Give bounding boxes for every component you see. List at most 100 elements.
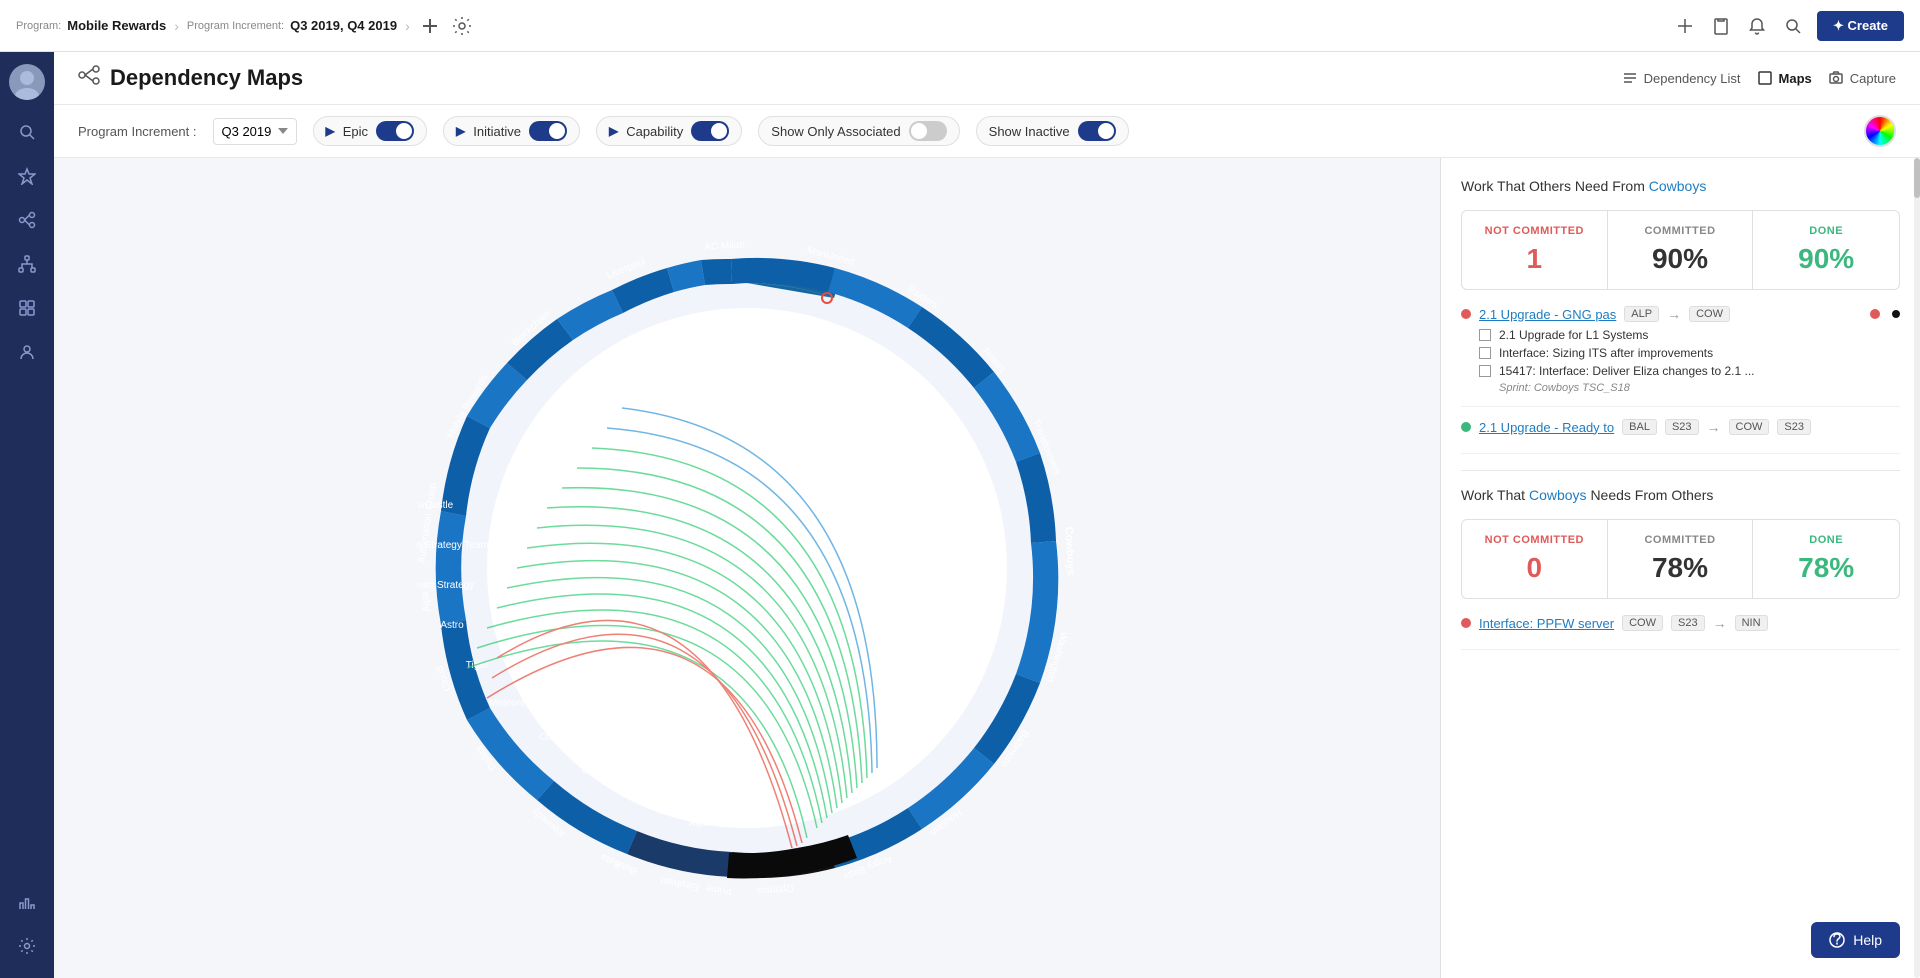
dep-sub-3-checkbox[interactable]	[1479, 365, 1491, 377]
dependency-item-2: 2.1 Upgrade - Ready to BAL S23 → COW S23	[1461, 419, 1900, 454]
chord-diagram[interactable]: Automation Group Mobile Rewards Blockcha…	[417, 238, 1077, 898]
dep-2-tag1: BAL	[1622, 419, 1657, 435]
dep-1-sprint: Sprint: Cowboys TSC_S18	[1479, 382, 1900, 394]
page-title-row: Dependency Maps	[78, 64, 303, 92]
add-icon[interactable]	[418, 14, 442, 38]
pi-select[interactable]: Q3 2019 Q4 2019	[213, 118, 297, 145]
top-bar-actions: ✦ Create	[1673, 11, 1904, 41]
dependency-list-link[interactable]: Dependency List	[1622, 70, 1741, 86]
capability-toggle[interactable]	[691, 121, 729, 141]
svg-text:Portfolio Strategy Team: Portfolio Strategy Team	[417, 540, 489, 551]
dep-sub-2: Interface: Sizing ITS after improvements	[1479, 346, 1900, 360]
svg-text:Prime: Prime	[705, 883, 732, 896]
scrollbar-track[interactable]	[1914, 158, 1920, 978]
done-cell-2: DONE 78%	[1753, 520, 1899, 598]
dep-2-title-link[interactable]: 2.1 Upgrade - Ready to	[1479, 420, 1614, 435]
sidebar-item-hierarchy[interactable]	[7, 244, 47, 284]
not-committed-value-2: 0	[1476, 552, 1593, 584]
sidebar-item-grid[interactable]	[7, 288, 47, 328]
sidebar-item-search[interactable]	[7, 112, 47, 152]
done-label-1: DONE	[1767, 225, 1885, 237]
main-content: Automation Group Mobile Rewards Blockcha…	[54, 158, 1920, 978]
svg-text:AC Milan: AC Milan	[704, 239, 745, 253]
dep-sub-1: 2.1 Upgrade for L1 Systems	[1479, 328, 1900, 342]
dep-2-status-dot	[1461, 422, 1471, 432]
sidebar-item-chart[interactable]	[7, 882, 47, 922]
dep-3-tag1b: S23	[1671, 615, 1705, 631]
committed-label-2: COMMITTED	[1622, 534, 1739, 546]
show-inactive-toggle[interactable]	[1078, 121, 1116, 141]
svg-text:Team Strategy: Team Strategy	[417, 580, 474, 591]
initiative-toggle[interactable]	[529, 121, 567, 141]
stats-row-1: NOT COMMITTED 1 COMMITTED 90% DONE 90%	[1461, 210, 1900, 290]
create-button[interactable]: ✦ Create	[1817, 11, 1904, 41]
committed-cell-2: COMMITTED 78%	[1608, 520, 1754, 598]
capability-toggle-group: ▶ Capability	[596, 116, 742, 146]
dep-1-tag1: ALP	[1624, 306, 1659, 322]
dep-sub-1-checkbox[interactable]	[1479, 329, 1491, 341]
sidebar-item-settings[interactable]	[7, 926, 47, 966]
bell-icon[interactable]	[1745, 14, 1769, 38]
breadcrumb-arrow-2: ›	[405, 18, 410, 34]
pi-select-wrap: Q3 2019 Q4 2019	[213, 118, 297, 145]
content-area: Dependency Maps Dependency List Maps Cap…	[54, 52, 1920, 978]
program-breadcrumb: Program: Mobile Rewards	[16, 18, 166, 33]
dep-2-tag2: COW	[1729, 419, 1770, 435]
show-only-associated-toggle[interactable]	[909, 121, 947, 141]
svg-text:Cowboys: Cowboys	[1062, 526, 1077, 575]
done-label-2: DONE	[1767, 534, 1885, 546]
work-from-team-link[interactable]: Cowboys	[1649, 178, 1707, 194]
clipboard-icon[interactable]	[1709, 14, 1733, 38]
initiative-arrow-icon: ▶	[456, 124, 465, 138]
color-wheel-button[interactable]	[1864, 115, 1896, 147]
svg-text:Elephant: Elephant	[659, 874, 700, 893]
capture-link[interactable]: Capture	[1828, 70, 1896, 86]
sidebar-item-connection[interactable]	[7, 200, 47, 240]
diagram-area: Automation Group Mobile Rewards Blockcha…	[54, 158, 1440, 978]
dep-2-arrow: →	[1707, 419, 1721, 435]
increment-label: Program Increment:	[187, 20, 284, 32]
scrollbar-thumb[interactable]	[1914, 158, 1920, 198]
not-committed-value-1: 1	[1476, 243, 1593, 275]
work-needs-title: Work That Cowboys Needs From Others	[1461, 487, 1900, 503]
dep-2-tag1b: S23	[1665, 419, 1699, 435]
avatar[interactable]	[9, 64, 45, 100]
done-cell-1: DONE 90%	[1753, 211, 1899, 289]
initiative-toggle-group: ▶ Initiative	[443, 116, 580, 146]
work-needs-team-link[interactable]: Cowboys	[1529, 487, 1587, 503]
epic-toggle[interactable]	[376, 121, 414, 141]
settings-icon[interactable]	[450, 14, 474, 38]
not-committed-label-2: NOT COMMITTED	[1476, 534, 1593, 546]
dep-sub-3: 15417: Interface: Deliver Eliza changes …	[1479, 364, 1900, 378]
search-nav-icon[interactable]	[1781, 14, 1805, 38]
svg-text:NewCastle: NewCastle	[417, 500, 454, 511]
show-only-associated-label: Show Only Associated	[771, 124, 900, 139]
increment-value: Q3 2019, Q4 2019	[290, 18, 397, 33]
work-from-title: Work That Others Need From Cowboys	[1461, 178, 1900, 194]
help-button[interactable]: Help	[1811, 922, 1900, 958]
show-only-associated-group: Show Only Associated	[758, 116, 959, 146]
done-value-1: 90%	[1767, 243, 1885, 275]
dep-1-title-link[interactable]: 2.1 Upgrade - GNG pas	[1479, 307, 1616, 322]
sidebar-item-team[interactable]	[7, 332, 47, 372]
capability-label: Capability	[626, 124, 683, 139]
dep-3-status-dot	[1461, 618, 1471, 628]
svg-text:Optimus: Optimus	[756, 882, 794, 896]
sidebar-item-star[interactable]	[7, 156, 47, 196]
dep-3-title-link[interactable]: Interface: PPFW server	[1479, 616, 1614, 631]
dep-1-arrow: →	[1667, 306, 1681, 322]
dep-3-tag2: NIN	[1735, 615, 1768, 631]
header-nav-actions: Dependency List Maps Capture	[1622, 70, 1896, 86]
plus-icon[interactable]	[1673, 14, 1697, 38]
done-value-2: 78%	[1767, 552, 1885, 584]
increment-breadcrumb: Program Increment: Q3 2019, Q4 2019	[187, 18, 397, 33]
dep-sub-2-checkbox[interactable]	[1479, 347, 1491, 359]
initiative-label: Initiative	[473, 124, 521, 139]
dep-1-header: 2.1 Upgrade - GNG pas ALP → COW	[1461, 306, 1900, 322]
sidebar	[0, 52, 54, 978]
maps-link[interactable]: Maps	[1757, 70, 1812, 86]
dep-1-tag2: COW	[1689, 306, 1730, 322]
right-panel: Work That Others Need From Cowboys NOT C…	[1440, 158, 1920, 978]
dep-3-arrow: →	[1713, 615, 1727, 631]
show-inactive-group: Show Inactive	[976, 116, 1129, 146]
